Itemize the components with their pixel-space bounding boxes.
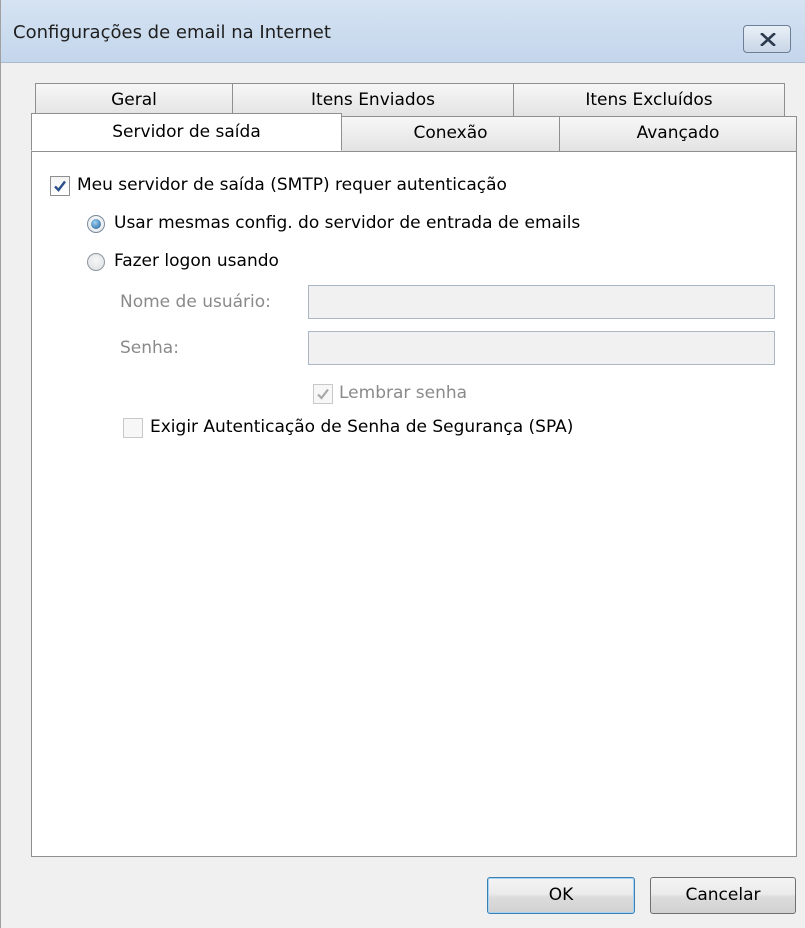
same-settings-radio[interactable] [87,215,105,233]
tab-conexao[interactable]: Conexão [341,116,560,152]
username-label: Nome de usuário: [120,292,271,312]
cancel-button[interactable]: Cancelar [650,877,796,914]
tab-panel: Meu servidor de saída (SMTP) requer aute… [31,151,797,857]
tab-itens-enviados[interactable]: Itens Enviados [232,83,514,116]
logon-using-label[interactable]: Fazer logon usando [114,251,279,271]
spa-checkbox[interactable] [123,418,143,438]
tab-avancado[interactable]: Avançado [559,116,797,152]
internet-email-settings-dialog: Configurações de email na Internet Geral… [0,0,805,928]
spa-label[interactable]: Exigir Autenticação de Senha de Seguranç… [150,417,573,437]
remember-password-label: Lembrar senha [339,383,468,403]
tab-servidor-de-saida[interactable]: Servidor de saída [31,113,342,151]
title-bar[interactable]: Configurações de email na Internet [1,0,805,63]
logon-using-radio[interactable] [87,253,105,271]
remember-password-checkbox[interactable] [313,384,333,404]
tab-itens-excluidos[interactable]: Itens Excluídos [513,83,785,116]
smtp-auth-label[interactable]: Meu servidor de saída (SMTP) requer aute… [77,175,507,195]
window-title: Configurações de email na Internet [13,22,331,43]
ok-button[interactable]: OK [487,877,635,914]
close-button[interactable] [743,25,791,53]
radio-selected-dot [91,219,101,229]
password-field[interactable] [308,331,775,365]
checkmark-icon [317,388,329,400]
tab-geral[interactable]: Geral [35,83,233,116]
checkmark-icon [54,180,66,192]
same-settings-label[interactable]: Usar mesmas config. do servidor de entra… [114,213,580,233]
password-label: Senha: [120,338,179,358]
smtp-auth-checkbox[interactable] [50,176,70,196]
username-field[interactable] [308,285,775,319]
close-icon [760,33,776,46]
